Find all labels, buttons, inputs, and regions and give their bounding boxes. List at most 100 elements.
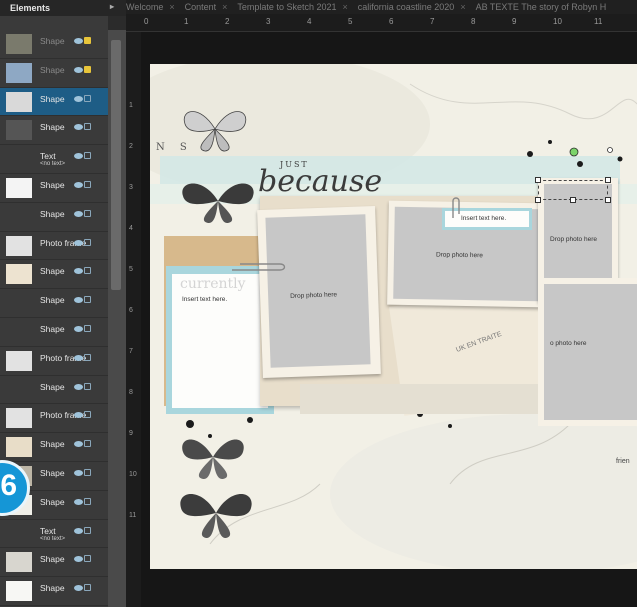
lock-icon[interactable]	[84, 94, 91, 102]
journal-card[interactable]: currently Insert text here.	[172, 274, 268, 408]
lock-icon[interactable]	[84, 180, 91, 188]
element-row-label: Shape	[40, 179, 65, 190]
photo-slot-left[interactable]: Drop photo here	[265, 214, 371, 368]
element-row[interactable]: Photo frame	[0, 404, 108, 434]
document-tab[interactable]: Content ×	[185, 2, 228, 12]
visibility-eye-icon[interactable]	[74, 585, 83, 592]
lock-icon[interactable]	[84, 584, 91, 592]
visibility-eye-icon[interactable]	[74, 469, 83, 476]
visibility-eye-icon[interactable]	[74, 153, 83, 160]
lock-icon[interactable]	[84, 468, 91, 476]
lock-icon[interactable]	[84, 296, 91, 304]
lock-icon[interactable]	[84, 123, 91, 131]
ruler-top-tick: 2	[225, 17, 230, 26]
document-tab[interactable]: AB TEXTE The story of Robyn H	[476, 2, 607, 12]
panel-collapse-icon[interactable]: ▸	[110, 2, 114, 11]
scrapbook-page[interactable]: JUST because N S currently Insert text h…	[150, 64, 637, 569]
document-tab[interactable]: Template to Sketch 2021 ×	[237, 2, 347, 12]
element-thumbnail	[6, 581, 32, 602]
ruler-left-tick: 6	[129, 307, 133, 314]
visibility-eye-icon[interactable]	[74, 527, 83, 534]
lock-icon[interactable]	[84, 65, 91, 73]
element-row[interactable]: Shape	[0, 433, 108, 462]
element-row[interactable]: Text <no text>	[0, 145, 108, 174]
element-row[interactable]: Shape	[0, 289, 108, 318]
ruler-top-tick: 7	[430, 17, 435, 26]
element-row[interactable]: Photo frame	[0, 347, 108, 376]
element-row-label: Shape	[40, 323, 65, 334]
document-tab[interactable]: california coastline 2020 ×	[358, 2, 466, 12]
lock-icon[interactable]	[84, 209, 91, 217]
journal-insert-text[interactable]: Insert text here.	[182, 296, 227, 303]
visibility-eye-icon[interactable]	[74, 66, 83, 73]
selection-handle-bl[interactable]	[535, 197, 541, 203]
visibility-eye-icon[interactable]	[74, 95, 83, 102]
lock-icon[interactable]	[84, 440, 91, 448]
visibility-eye-icon[interactable]	[74, 556, 83, 563]
photo-slot-right-bottom[interactable]: o photo here	[544, 284, 637, 420]
element-thumbnail	[6, 552, 32, 573]
element-row-label: Shape	[40, 439, 65, 450]
element-row[interactable]: Shape	[0, 59, 108, 88]
lock-icon[interactable]	[84, 37, 91, 44]
visibility-eye-icon[interactable]	[74, 498, 83, 505]
visibility-eye-icon[interactable]	[74, 181, 83, 188]
element-row[interactable]: Shape	[0, 174, 108, 203]
document-tab-label: Template to Sketch 2021	[237, 2, 337, 12]
visibility-eye-icon[interactable]	[74, 239, 83, 246]
center-insert-text: Insert text here.	[461, 215, 507, 222]
lock-icon[interactable]	[84, 238, 91, 246]
visibility-eye-icon[interactable]	[74, 124, 83, 131]
tab-close-icon[interactable]: ×	[222, 2, 227, 12]
tab-close-icon[interactable]: ×	[460, 2, 465, 12]
visibility-eye-icon[interactable]	[74, 325, 83, 332]
lock-icon[interactable]	[84, 152, 91, 160]
element-row[interactable]: Shape	[0, 87, 108, 117]
tab-close-icon[interactable]: ×	[169, 2, 174, 12]
tab-close-icon[interactable]: ×	[342, 2, 347, 12]
ruler-left-tick: 7	[129, 348, 133, 355]
selection-handle-tl[interactable]	[535, 177, 541, 183]
lock-icon[interactable]	[84, 382, 91, 390]
element-thumbnail	[6, 408, 32, 429]
element-row-label: Shape	[40, 295, 65, 306]
lock-icon[interactable]	[84, 411, 91, 419]
journal-clip-icon	[232, 263, 286, 271]
lock-icon[interactable]	[84, 526, 91, 534]
element-row[interactable]: Photo frame	[0, 232, 108, 261]
selection-handle-br[interactable]	[605, 197, 611, 203]
visibility-eye-icon[interactable]	[74, 210, 83, 217]
elements-scrollbar-thumb[interactable]	[111, 40, 121, 290]
lock-icon[interactable]	[84, 555, 91, 563]
visibility-eye-icon[interactable]	[74, 354, 83, 361]
element-row[interactable]: Shape	[0, 116, 108, 146]
element-thumbnail	[6, 235, 32, 256]
elements-list: Shape Shape Shape Shape Text <no text> Shape Sh…	[0, 30, 108, 606]
element-row-label: Text	[40, 525, 56, 536]
ruler-left-tick: 5	[129, 266, 133, 273]
element-row[interactable]: Shape	[0, 260, 108, 290]
element-row[interactable]: Shape	[0, 548, 108, 578]
lock-icon[interactable]	[84, 267, 91, 275]
lock-icon[interactable]	[84, 324, 91, 332]
element-row[interactable]: Shape	[0, 203, 108, 232]
visibility-eye-icon[interactable]	[74, 268, 83, 275]
visibility-eye-icon[interactable]	[74, 38, 83, 44]
element-row[interactable]: Shape	[0, 376, 108, 405]
visibility-eye-icon[interactable]	[74, 441, 83, 448]
element-row[interactable]: Shape	[0, 318, 108, 347]
element-row-label: Shape	[40, 64, 65, 75]
visibility-eye-icon[interactable]	[74, 383, 83, 390]
element-row[interactable]: Shape	[0, 577, 108, 606]
element-row-label: Shape	[40, 583, 65, 594]
element-row-label: Shape	[40, 381, 65, 392]
element-row[interactable]: Text <no text>	[0, 520, 108, 549]
selection-handle-mid[interactable]	[570, 197, 576, 203]
document-tab[interactable]: Welcome ×	[126, 2, 175, 12]
element-thumbnail	[6, 293, 32, 314]
visibility-eye-icon[interactable]	[74, 297, 83, 304]
lock-icon[interactable]	[84, 497, 91, 505]
selection-handle-tr[interactable]	[605, 177, 611, 183]
element-row[interactable]: Shape	[0, 30, 108, 59]
lock-icon[interactable]	[84, 353, 91, 361]
